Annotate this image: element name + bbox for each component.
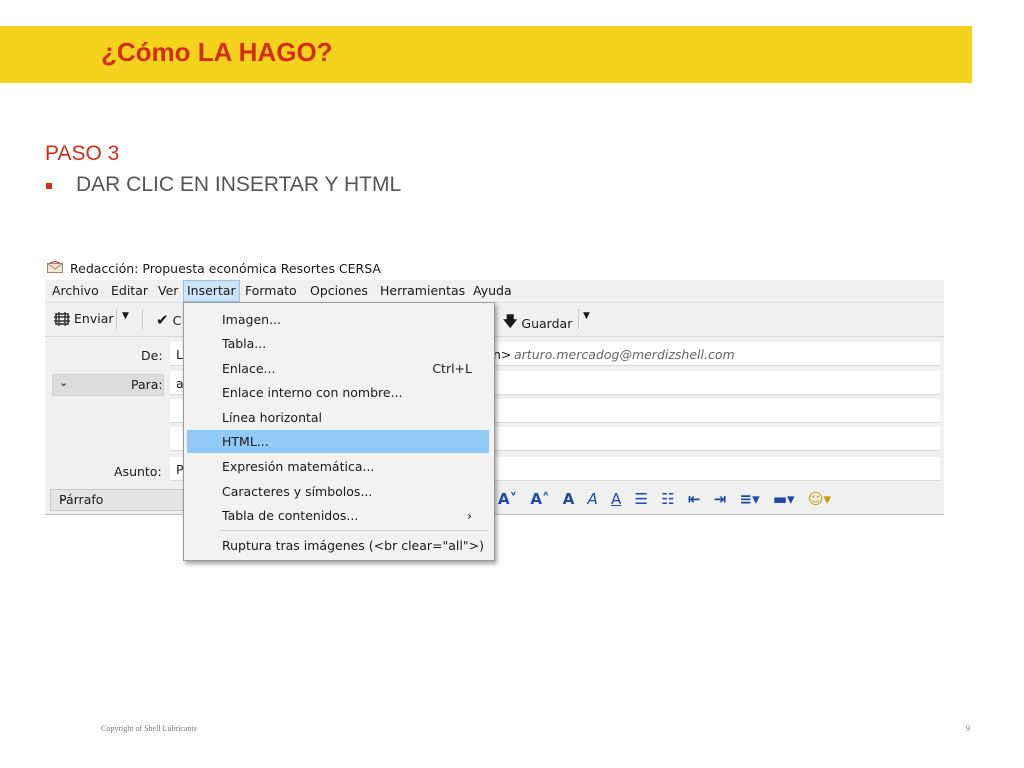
chevron-down-icon: ⌄ xyxy=(59,376,69,389)
chevron-right-icon: › xyxy=(467,508,472,523)
menu-separator xyxy=(220,530,488,531)
menu-ayuda[interactable]: Ayuda xyxy=(470,283,515,298)
font-larger-icon[interactable]: A˄ xyxy=(530,490,549,508)
menu-item-label: Imagen... xyxy=(222,312,281,327)
from-email: arturo.mercadog@merdizshell.com xyxy=(514,347,735,362)
format-icons: A˅ A˄ A A A ☰ ☷ ⇤ ⇥ ≡▾ ▬▾ ☺▾ xyxy=(498,490,839,508)
menu-item-label: Enlace... xyxy=(222,361,276,376)
send-icon xyxy=(54,311,70,326)
arrow-down-icon: 🡇 xyxy=(503,314,518,330)
menu-ver[interactable]: Ver xyxy=(155,283,181,298)
envelope-icon xyxy=(47,261,63,273)
menu-item-label: Línea horizontal xyxy=(222,410,323,425)
from-value: L xyxy=(176,347,183,362)
send-label: Enviar xyxy=(74,311,114,326)
menu-item-enlace[interactable]: Enlace... Ctrl+L xyxy=(187,357,489,380)
menu-item-enlace-interno[interactable]: Enlace interno con nombre... xyxy=(187,381,489,404)
menu-archivo[interactable]: Archivo xyxy=(49,283,102,298)
chevron-down-icon: ⌄ xyxy=(59,491,69,504)
menu-item-caracteres-simbolos[interactable]: Caracteres y símbolos... xyxy=(187,480,489,503)
from-label: De: xyxy=(141,348,163,363)
emoticon-icon[interactable]: ☺▾ xyxy=(808,490,831,508)
send-button[interactable]: Enviar xyxy=(54,311,114,326)
menu-item-label: Tabla... xyxy=(222,336,267,351)
to-label: Para: xyxy=(131,377,163,392)
bullet-square-icon xyxy=(46,183,52,189)
menu-insertar[interactable]: Insertar xyxy=(183,280,240,302)
menu-item-label: HTML... xyxy=(222,434,269,449)
align-icon[interactable]: ≡▾ xyxy=(740,490,760,508)
insert-image-icon[interactable]: ▬▾ xyxy=(773,490,795,508)
page-number: 9 xyxy=(966,724,970,733)
save-dropdown-button[interactable]: ▼ xyxy=(583,311,590,321)
slide-title: ¿Cómo LA HAGO? xyxy=(101,37,333,67)
save-button[interactable]: 🡇 Guardar xyxy=(503,311,572,335)
spellcheck-label: C xyxy=(172,312,182,328)
bullet-list-icon[interactable]: ☰ xyxy=(635,490,648,508)
font-smaller-icon[interactable]: A˅ xyxy=(498,490,517,508)
bold-icon[interactable]: A xyxy=(563,490,575,508)
footer-copyright: Copyright of Shell Lubricants xyxy=(101,724,197,733)
menu-item-expresion-matematica[interactable]: Expresión matemática... xyxy=(187,455,489,478)
menu-item-shortcut: Ctrl+L xyxy=(432,361,472,376)
menu-item-linea-horizontal[interactable]: Línea horizontal xyxy=(187,406,489,429)
save-label: Guardar xyxy=(521,315,573,331)
menu-item-label: Ruptura tras imágenes (<br clear="all">) xyxy=(222,538,484,553)
menu-item-tabla-contenidos[interactable]: Tabla de contenidos... › xyxy=(187,504,489,527)
menu-herramientas[interactable]: Herramientas xyxy=(377,283,468,298)
subject-label: Asunto: xyxy=(114,464,162,479)
from-email-suffix: n> xyxy=(493,347,512,362)
menu-formato[interactable]: Formato xyxy=(242,283,300,298)
indent-icon[interactable]: ⇥ xyxy=(714,490,727,508)
step-label: PASO 3 xyxy=(45,142,120,165)
outdent-icon[interactable]: ⇤ xyxy=(688,490,701,508)
numbered-list-icon[interactable]: ☷ xyxy=(661,490,674,508)
italic-icon[interactable]: A xyxy=(588,490,598,508)
chevron-down-icon: ▼ xyxy=(583,311,590,321)
to-type-selector[interactable]: ⌄ Para: xyxy=(52,374,164,396)
title-banner: ¿Cómo LA HAGO? xyxy=(0,26,972,83)
menu-item-label: Enlace interno con nombre... xyxy=(222,385,403,400)
menu-item-imagen[interactable]: Imagen... xyxy=(187,308,489,331)
menu-item-tabla[interactable]: Tabla... xyxy=(187,332,489,355)
menu-item-label: Caracteres y símbolos... xyxy=(222,484,373,499)
window-titlebar: Redacción: Propuesta económica Resortes … xyxy=(45,256,944,280)
menu-opciones[interactable]: Opciones xyxy=(307,283,371,298)
paragraph-format-select[interactable]: Párrafo ⌄ xyxy=(50,489,184,511)
underline-icon[interactable]: A xyxy=(611,490,621,508)
menu-editar[interactable]: Editar xyxy=(108,283,151,298)
window-title: Redacción: Propuesta económica Resortes … xyxy=(70,261,381,276)
menu-item-html[interactable]: HTML... xyxy=(187,430,489,453)
spellcheck-button[interactable]: ✔ C xyxy=(156,311,181,329)
send-dropdown-button[interactable]: ▼ xyxy=(122,311,129,321)
menu-item-ruptura-imagenes[interactable]: Ruptura tras imágenes (<br clear="all">) xyxy=(187,534,489,557)
menu-bar: Archivo Editar Ver Insertar Formato Opci… xyxy=(45,280,944,303)
menu-item-label: Tabla de contenidos... xyxy=(222,508,359,523)
checkmark-icon: ✔ xyxy=(156,311,169,329)
bullet-text: DAR CLIC EN INSERTAR Y HTML xyxy=(76,173,402,196)
chevron-down-icon: ▼ xyxy=(122,311,129,321)
menu-item-label: Expresión matemática... xyxy=(222,459,375,474)
insert-menu-dropdown: Imagen... Tabla... Enlace... Ctrl+L Enla… xyxy=(183,302,495,561)
